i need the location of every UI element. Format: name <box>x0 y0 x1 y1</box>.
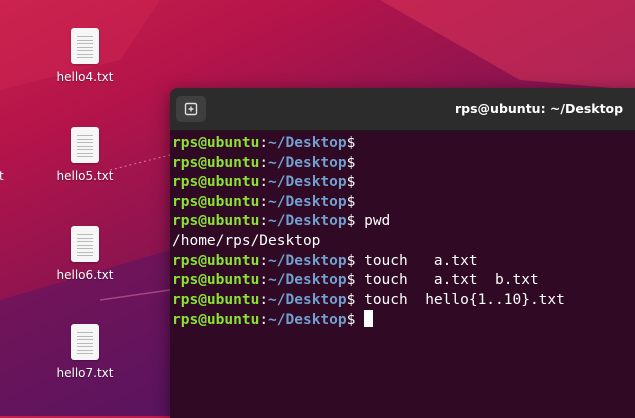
text-file-icon <box>71 226 99 262</box>
prompt-separator: : <box>259 135 269 151</box>
desktop-file-icon[interactable]: hello7.txt <box>40 324 130 380</box>
prompt-path: ~/Desktop <box>268 272 347 289</box>
prompt-path: ~/Desktop <box>268 291 347 308</box>
desktop-file-label: hello7.txt <box>56 366 114 380</box>
text-file-icon <box>71 324 99 360</box>
terminal-line: rps@ubuntu:~/Desktop$ pwd <box>172 212 635 232</box>
terminal-line: rps@ubuntu:~/Desktop$ <box>172 134 635 154</box>
prompt-separator: : <box>259 213 269 230</box>
desktop-partial-label: t <box>0 169 4 183</box>
desktop-file-icon[interactable]: hello4.txt <box>40 28 130 84</box>
terminal-line: rps@ubuntu:~/Desktop$ <box>172 154 635 174</box>
prompt-path: ~/Desktop <box>268 252 347 269</box>
prompt-user: rps@ubuntu <box>172 135 260 151</box>
prompt-separator: : <box>259 154 269 171</box>
text-cursor <box>364 310 374 328</box>
terminal-line: /home/rps/Desktop <box>172 232 635 252</box>
desktop-file-label: hello6.txt <box>56 268 114 282</box>
desktop-file-icon[interactable]: hello5.txt <box>40 127 130 183</box>
terminal-titlebar[interactable]: rps@ubuntu: ~/Desktop <box>170 88 635 131</box>
command-output: /home/rps/Desktop <box>172 232 321 249</box>
prompt-user: rps@ubuntu <box>172 272 260 289</box>
prompt-path: ~/Desktop <box>268 174 347 191</box>
command-text: touch a.txt <box>355 252 478 269</box>
prompt-user: rps@ubuntu <box>172 213 260 230</box>
prompt-symbol: $ <box>346 193 356 210</box>
prompt-path: ~/Desktop <box>268 193 347 210</box>
prompt-separator: : <box>259 174 269 191</box>
new-tab-icon <box>184 102 198 116</box>
prompt-symbol: $ <box>346 174 356 191</box>
command-text: touch a.txt b.txt <box>355 272 539 289</box>
terminal-line: rps@ubuntu:~/Desktop$ touch a.txt b.txt <box>172 271 635 291</box>
prompt-separator: : <box>259 312 269 329</box>
command-text <box>355 312 364 328</box>
prompt-separator: : <box>259 272 269 289</box>
prompt-path: ~/Desktop <box>268 213 347 230</box>
terminal-line: rps@ubuntu:~/Desktop$ touch hello{1..10}… <box>172 291 635 311</box>
prompt-separator: : <box>259 193 269 210</box>
terminal-line: rps@ubuntu:~/Desktop$ touch a.txt <box>172 252 635 272</box>
terminal-line: rps@ubuntu:~/Desktop$ <box>172 173 635 193</box>
prompt-user: rps@ubuntu <box>172 154 260 171</box>
prompt-path: ~/Desktop <box>268 135 347 151</box>
command-text: pwd <box>355 213 391 230</box>
prompt-symbol: $ <box>346 154 356 171</box>
prompt-user: rps@ubuntu <box>172 291 260 308</box>
window-title: rps@ubuntu: ~/Desktop <box>455 101 624 116</box>
desktop-file-icon[interactable]: hello6.txt <box>40 226 130 282</box>
text-file-icon <box>71 28 99 64</box>
prompt-user: rps@ubuntu <box>172 174 260 191</box>
prompt-user: rps@ubuntu <box>172 312 260 329</box>
text-file-icon <box>71 127 99 163</box>
terminal-line: rps@ubuntu:~/Desktop$ <box>172 193 635 213</box>
prompt-separator: : <box>259 291 269 308</box>
command-text: touch hello{1..10}.txt <box>355 291 565 308</box>
prompt-user: rps@ubuntu <box>172 252 260 269</box>
prompt-separator: : <box>259 252 269 269</box>
desktop-file-label: hello4.txt <box>56 70 114 84</box>
prompt-path: ~/Desktop <box>268 312 347 329</box>
prompt-symbol: $ <box>346 135 356 151</box>
desktop-file-label: hello5.txt <box>56 169 114 183</box>
prompt-user: rps@ubuntu <box>172 193 260 210</box>
terminal-window[interactable]: rps@ubuntu: ~/Desktop rps@ubuntu:~/Deskt… <box>170 88 635 418</box>
terminal-output[interactable]: rps@ubuntu:~/Desktop$ rps@ubuntu:~/Deskto… <box>170 131 635 331</box>
prompt-path: ~/Desktop <box>268 154 347 171</box>
new-tab-button[interactable] <box>176 96 206 122</box>
terminal-line: rps@ubuntu:~/Desktop$ <box>172 310 635 331</box>
